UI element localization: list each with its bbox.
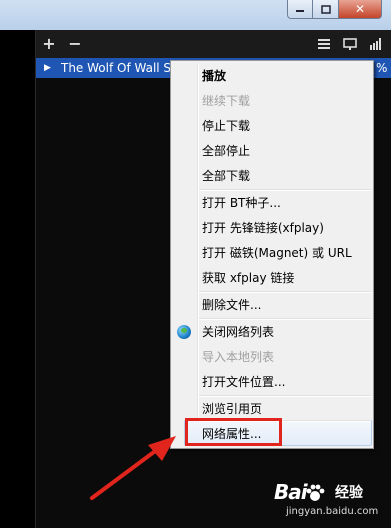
watermark-url: jingyan.baidu.com — [286, 506, 379, 517]
watermark-brand: 经验 — [335, 485, 363, 501]
watermark-logo: Bai — [274, 480, 308, 504]
paw-icon — [306, 484, 325, 501]
baidu-jingyan-watermark: Bai 经验 jingyan.baidu.com — [268, 480, 388, 524]
annotation-arrow — [90, 436, 176, 500]
